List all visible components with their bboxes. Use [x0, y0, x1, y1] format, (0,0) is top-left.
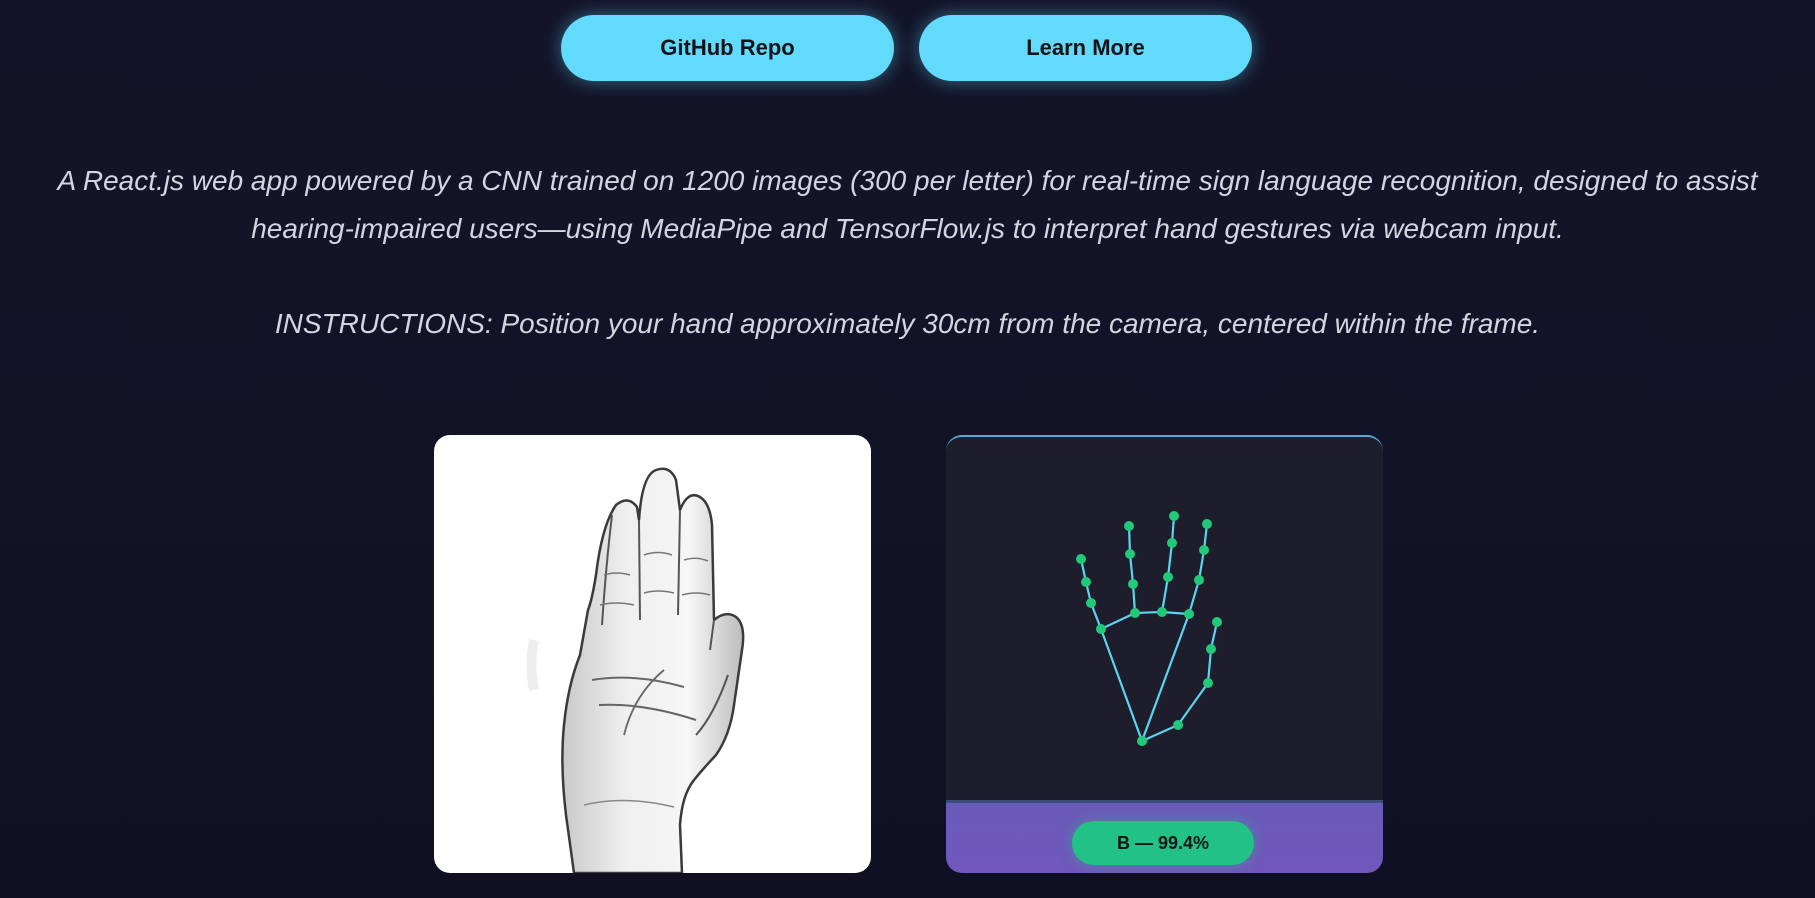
landmark-connection — [1099, 628, 1144, 742]
learn-more-button[interactable]: Learn More — [919, 15, 1252, 81]
landmark-point — [1096, 624, 1106, 634]
prediction-bar: B — 99.4% — [946, 800, 1383, 873]
camera-feed-card: B — 99.4% — [946, 435, 1383, 873]
landmark-point — [1130, 608, 1140, 618]
reference-sign-card — [434, 435, 871, 873]
landmark-point — [1157, 607, 1167, 617]
action-buttons: GitHub Repo Learn More — [0, 15, 1815, 81]
landmark-point — [1212, 617, 1222, 627]
landmark-point — [1076, 554, 1086, 564]
landmark-point — [1167, 538, 1177, 548]
prediction-badge: B — 99.4% — [1072, 821, 1254, 865]
github-repo-button[interactable]: GitHub Repo — [561, 15, 894, 81]
open-hand-illustration-icon — [526, 467, 745, 873]
landmark-point — [1206, 644, 1216, 654]
landmark-point — [1086, 598, 1096, 608]
landmark-point — [1199, 545, 1209, 555]
landmark-point — [1163, 572, 1173, 582]
landmark-point — [1081, 577, 1091, 587]
landmark-connection — [1166, 542, 1174, 578]
page: GitHub Repo Learn More A React.js web ap… — [0, 0, 1815, 898]
landmark-point — [1173, 720, 1183, 730]
landmark-point — [1128, 579, 1138, 589]
landmark-point — [1125, 549, 1135, 559]
landmark-point — [1169, 511, 1179, 521]
landmark-point — [1124, 521, 1134, 531]
landmark-point — [1194, 575, 1204, 585]
app-description: A React.js web app powered by a CNN trai… — [57, 165, 1758, 244]
landmark-connection — [1187, 579, 1201, 615]
landmark-connection — [1177, 682, 1209, 726]
landmark-point — [1184, 609, 1194, 619]
hand-landmarks-icon — [1076, 511, 1222, 746]
landmark-connection — [1206, 648, 1213, 684]
landmark-connection — [1100, 612, 1136, 630]
landmark-connection — [1160, 576, 1170, 613]
landmark-point — [1137, 736, 1147, 746]
landmark-point — [1202, 519, 1212, 529]
instructions-text: INSTRUCTIONS: Position your hand approxi… — [274, 308, 1541, 339]
landmark-point — [1203, 678, 1213, 688]
